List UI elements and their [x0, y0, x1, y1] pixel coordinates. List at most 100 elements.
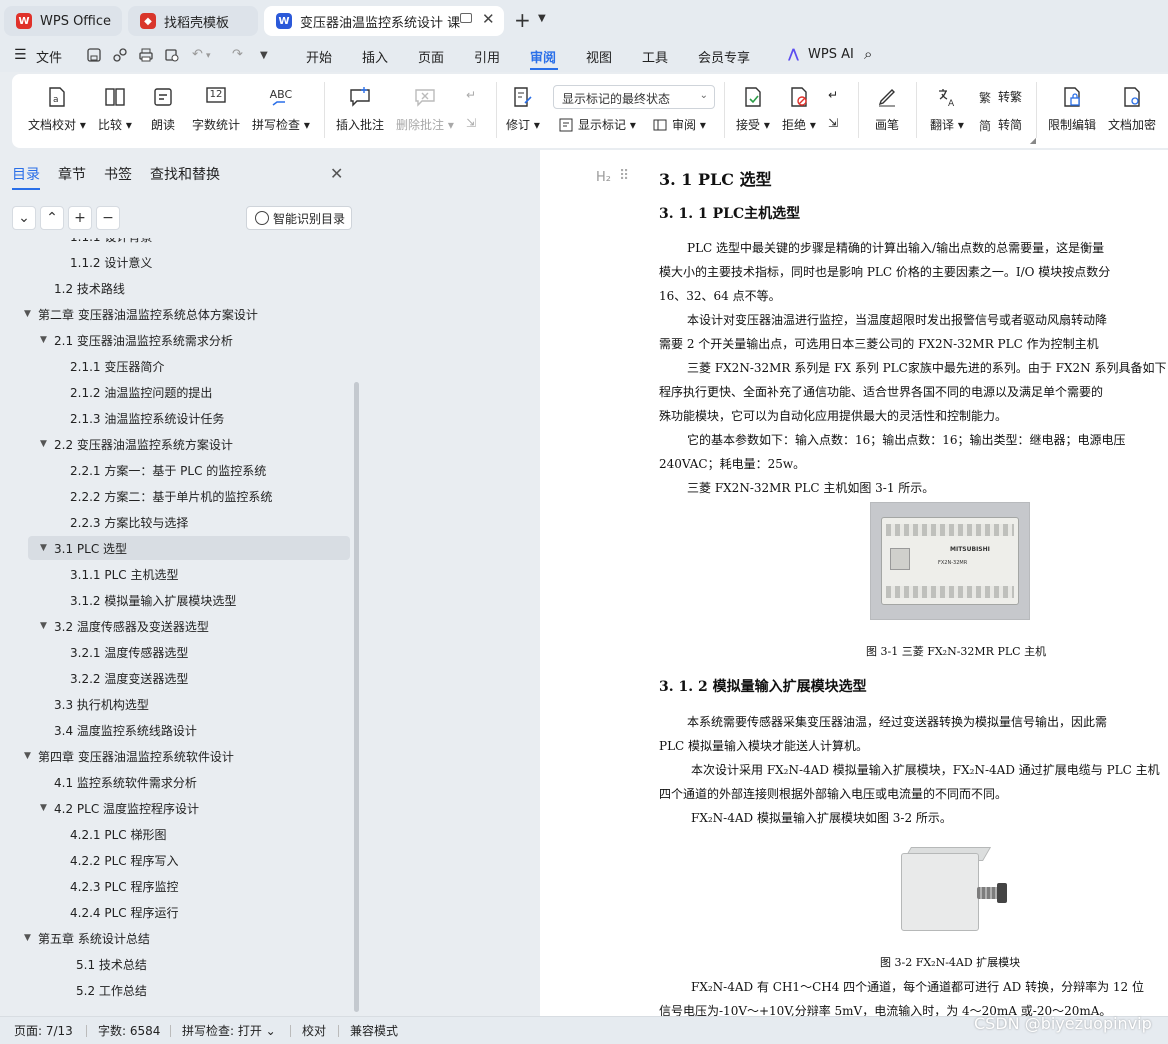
- word-count-button[interactable]: 12 字数统计: [192, 84, 240, 133]
- toc-scrollbar[interactable]: [354, 382, 359, 1012]
- doc-encrypt-button[interactable]: 文档加密: [1108, 84, 1156, 133]
- read-aloud-button[interactable]: 朗读: [150, 84, 176, 133]
- expand-arrow-icon[interactable]: ▼: [24, 751, 31, 761]
- smart-toc-button[interactable]: 智能识别目录: [246, 206, 352, 230]
- menu-tab-member[interactable]: 会员专享: [698, 47, 750, 66]
- restrict-edit-button[interactable]: 限制编辑: [1048, 84, 1096, 133]
- accept-button[interactable]: 接受 ▾: [736, 84, 770, 133]
- tab-wps-office[interactable]: W WPS Office: [4, 6, 122, 36]
- expand-arrow-icon[interactable]: ▼: [40, 335, 47, 345]
- previous-comment-icon[interactable]: ↵: [466, 88, 476, 102]
- nav-tab-bookmarks[interactable]: 书签: [104, 164, 132, 184]
- nav-tab-toc[interactable]: 目录: [12, 164, 40, 184]
- menu-tab-tools[interactable]: 工具: [642, 47, 668, 66]
- toc-item[interactable]: ▼ 第二章 变压器油温监控系统总体方案设计: [0, 302, 350, 326]
- nav-tab-find-replace[interactable]: 查找和替换: [150, 164, 220, 184]
- toc-item[interactable]: 5.2 工作总结: [0, 978, 350, 1002]
- toc-item[interactable]: 3.4 温度监控系统线路设计: [0, 718, 350, 742]
- toc-item[interactable]: ▼ 第四章 变压器油温监控系统软件设计: [0, 744, 350, 768]
- toc-item[interactable]: ▼ 2.1 变压器油温监控系统需求分析: [0, 328, 350, 352]
- to-simplified-button[interactable]: 简 转简: [978, 116, 1022, 133]
- toc-item[interactable]: 4.2.4 PLC 程序运行: [0, 900, 350, 924]
- menu-tab-insert[interactable]: 插入: [362, 47, 388, 66]
- reject-button[interactable]: 拒绝 ▾: [782, 84, 816, 133]
- spell-check-status[interactable]: 拼写检查: 打开 ⌄: [182, 1022, 276, 1039]
- pen-button[interactable]: 画笔: [874, 84, 900, 133]
- next-comment-icon[interactable]: ⇲: [466, 116, 476, 130]
- toc-item[interactable]: 2.2.1 方案一：基于 PLC 的监控系统: [0, 458, 350, 482]
- remove-heading-button[interactable]: −: [96, 206, 120, 230]
- collapse-down-button[interactable]: ⌄: [12, 206, 36, 230]
- toc-item[interactable]: ▼ 3.2 温度传感器及变送器选型: [0, 614, 350, 638]
- undo-dropdown-icon[interactable]: ▾: [206, 51, 211, 61]
- toc-item[interactable]: 4.2.3 PLC 程序监控: [0, 874, 350, 898]
- expand-arrow-icon[interactable]: ▼: [24, 309, 31, 319]
- toc-item[interactable]: 3.3 执行机构选型: [0, 692, 350, 716]
- undo-icon[interactable]: ↶: [192, 47, 203, 62]
- expand-arrow-icon[interactable]: ▼: [40, 621, 47, 631]
- proofread-status[interactable]: 校对: [302, 1022, 326, 1039]
- toc-item[interactable]: 2.1.2 油温监控问题的提出: [0, 380, 350, 404]
- page-indicator[interactable]: 页面: 7/13: [14, 1022, 73, 1039]
- toc-item[interactable]: 4.2.2 PLC 程序写入: [0, 848, 350, 872]
- save-icon[interactable]: [86, 47, 102, 63]
- drag-handle-icon[interactable]: ⠿: [619, 168, 629, 184]
- expand-arrow-icon[interactable]: ▼: [24, 933, 31, 943]
- window-preview-icon[interactable]: [460, 13, 472, 23]
- toc-item[interactable]: 2.2.2 方案二：基于单片机的监控系统: [0, 484, 350, 508]
- doc-check-button[interactable]: a 文档校对 ▾: [28, 84, 86, 133]
- menu-tab-references[interactable]: 引用: [474, 47, 500, 66]
- menu-tab-review[interactable]: 审阅: [530, 47, 556, 66]
- toc-item[interactable]: 3.2.1 温度传感器选型: [0, 640, 350, 664]
- nav-tab-chapters[interactable]: 章节: [58, 164, 86, 184]
- toc-item[interactable]: 5.1 技术总结: [0, 952, 350, 976]
- toc-item[interactable]: 3.2.2 温度变送器选型: [0, 666, 350, 690]
- menu-file[interactable]: 文件: [36, 47, 62, 66]
- expand-arrow-icon[interactable]: ▼: [40, 543, 47, 553]
- print-preview-icon[interactable]: [164, 47, 180, 63]
- toc-item[interactable]: 2.2.3 方案比较与选择: [0, 510, 350, 534]
- close-icon[interactable]: ✕: [330, 164, 343, 183]
- expand-arrow-icon[interactable]: ▼: [40, 439, 47, 449]
- new-tab-button[interactable]: +: [514, 10, 531, 30]
- insert-comment-button[interactable]: 插入批注: [336, 84, 384, 133]
- delete-comment-button[interactable]: 删除批注 ▾: [396, 84, 454, 133]
- tab-document[interactable]: W 变压器油温监控系统设计 课程 ✕: [264, 6, 504, 36]
- chevron-down-icon[interactable]: ▼: [538, 13, 546, 24]
- menu-tab-start[interactable]: 开始: [306, 47, 332, 66]
- to-traditional-button[interactable]: 繁 转繁: [978, 88, 1022, 105]
- toc-item[interactable]: 2.1.1 变压器简介: [0, 354, 350, 378]
- toc-item[interactable]: ▼ 4.2 PLC 温度监控程序设计: [0, 796, 350, 820]
- toc-item[interactable]: 4.1 监控系统软件需求分析: [0, 770, 350, 794]
- toc-item[interactable]: 1.1.2 设计意义: [0, 250, 350, 274]
- hamburger-menu-icon[interactable]: ☰: [14, 47, 27, 63]
- spell-check-button[interactable]: ABC 拼写检查 ▾: [252, 84, 310, 133]
- toc-item[interactable]: 4.2.1 PLC 梯形图: [0, 822, 350, 846]
- revise-button[interactable]: 修订 ▾: [506, 84, 540, 133]
- share-link-icon[interactable]: [112, 47, 128, 63]
- toc-item[interactable]: 3.1.1 PLC 主机选型: [0, 562, 350, 586]
- toc-item[interactable]: ▼ 2.2 变压器油温监控系统方案设计: [0, 432, 350, 456]
- close-tab-icon[interactable]: ✕: [482, 10, 495, 28]
- review-pane-button[interactable]: 审阅 ▾: [652, 116, 706, 133]
- collapse-up-button[interactable]: ⌃: [40, 206, 64, 230]
- toc-item[interactable]: 3.1.2 模拟量输入扩展模块选型: [0, 588, 350, 612]
- show-markup-button[interactable]: 显示标记 ▾: [558, 116, 636, 133]
- toc-item[interactable]: 1.1.1 设计背景: [0, 238, 350, 248]
- add-heading-button[interactable]: +: [68, 206, 92, 230]
- translate-button[interactable]: A 翻译 ▾: [930, 84, 964, 133]
- markup-state-select[interactable]: 显示标记的最终状态 ⌄: [553, 85, 715, 109]
- figure-plc-host-image[interactable]: MITSUBISHI FX2N-32MR: [870, 502, 1030, 620]
- menu-tab-view[interactable]: 视图: [586, 47, 612, 66]
- toc-item[interactable]: ▼ 3.1 PLC 选型: [28, 536, 350, 560]
- toc-item[interactable]: ▼ 第五章 系统设计总结: [0, 926, 350, 950]
- expand-arrow-icon[interactable]: ▼: [40, 803, 47, 813]
- quick-access-more-icon[interactable]: ▼: [260, 50, 268, 61]
- redo-icon[interactable]: ↷: [232, 47, 243, 62]
- menu-tab-page[interactable]: 页面: [418, 47, 444, 66]
- word-count-status[interactable]: 字数: 6584: [98, 1022, 160, 1039]
- tab-daoke-templates[interactable]: ◆ 找稻壳模板: [128, 6, 258, 36]
- search-icon[interactable]: ⌕: [864, 45, 872, 63]
- figure-fx2n-4ad-image[interactable]: [895, 845, 1010, 935]
- next-change-icon[interactable]: ⇲: [828, 116, 838, 130]
